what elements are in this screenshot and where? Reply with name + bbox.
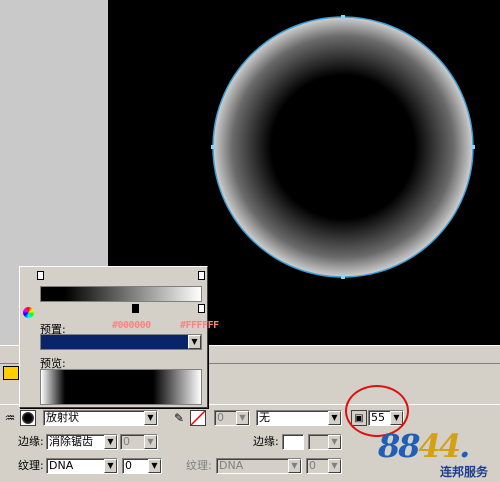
gradient-stop-white[interactable] (198, 304, 205, 313)
stroke-texture-number[interactable]: 0 ▼ (306, 458, 342, 474)
gradient-bar[interactable] (40, 286, 202, 302)
fill-edge-number-value: 0 (123, 435, 130, 448)
stroke-color-swatch[interactable] (190, 410, 206, 426)
no-color-icon (190, 410, 206, 426)
selection-handle-bottom[interactable] (341, 275, 345, 279)
stroke-edge-number[interactable]: ▼ (308, 434, 342, 450)
fill-edge-select[interactable]: 消除锯齿 ▼ (46, 434, 118, 450)
color-wheel-icon (23, 307, 34, 318)
fill-edge-label: 边缘: (18, 435, 44, 448)
stroke-type-value: 无 (259, 411, 270, 424)
properties-panel-icon[interactable] (3, 366, 19, 380)
fill-color-swatch[interactable] (20, 410, 36, 426)
fill-texture-number[interactable]: 0 ▼ (122, 458, 162, 474)
watermark-logo: 8844. (378, 427, 470, 465)
chevron-down-icon[interactable]: ▼ (236, 411, 249, 425)
preset-select[interactable]: ▼ (40, 334, 202, 350)
chevron-down-icon[interactable]: ▼ (328, 459, 341, 473)
selection-handle-right[interactable] (471, 145, 475, 149)
stroke-size-value: 0 (217, 411, 224, 424)
fill-edge-number[interactable]: 0 ▼ (120, 434, 158, 450)
radial-fill-icon (22, 412, 34, 424)
stroke-texture-select[interactable]: DNA ▼ (216, 458, 302, 474)
fill-texture-number-value: 0 (125, 459, 132, 472)
chevron-down-icon[interactable]: ▼ (288, 459, 301, 473)
chevron-down-icon[interactable]: ▼ (148, 459, 161, 473)
fill-edge-value: 消除锯齿 (49, 435, 93, 448)
paint-bucket-icon: ♒ (4, 411, 16, 425)
circle-shape[interactable] (212, 16, 474, 278)
selection-handle-top[interactable] (341, 15, 345, 19)
gradient-start-marker-top[interactable] (37, 271, 44, 280)
gradient-editor-popup: 预置: #000000 #FFFFFF ▼ 预览: (19, 266, 219, 408)
stroke-size-input[interactable]: 0 ▼ (214, 410, 250, 426)
watermark-subtitle: 连邦服务 (440, 465, 489, 479)
watermark-logo-part-c: . (459, 427, 470, 465)
fill-texture-label: 纹理: (18, 459, 44, 472)
start-color-hex: #000000 (112, 320, 151, 331)
stroke-texture-label: 纹理: (186, 459, 212, 472)
chevron-down-icon[interactable]: ▼ (328, 411, 341, 425)
watermark-logo-part-b: 44 (418, 427, 462, 465)
chevron-down-icon[interactable]: ▼ (328, 435, 341, 449)
fill-texture-select[interactable]: DNA ▼ (46, 458, 118, 474)
gradient-end-marker-top[interactable] (198, 271, 205, 280)
chevron-down-icon[interactable]: ▼ (188, 335, 201, 349)
stroke-type-select[interactable]: 无 ▼ (256, 410, 342, 426)
stroke-edge-select[interactable] (282, 434, 304, 450)
chevron-down-icon[interactable]: ▼ (144, 411, 157, 425)
fill-type-value: 放射状 (46, 411, 79, 424)
chevron-down-icon[interactable]: ▼ (104, 435, 117, 449)
fill-type-select[interactable]: 放射状 ▼ (43, 410, 158, 426)
stroke-edge-label: 边缘: (253, 435, 279, 448)
stroke-texture-number-value: 0 (309, 459, 316, 472)
gradient-stop-black[interactable] (132, 304, 139, 313)
pencil-icon: ✎ (173, 411, 185, 425)
chevron-down-icon[interactable]: ▼ (104, 459, 117, 473)
watermark-logo-part-a: 88 (378, 427, 421, 465)
selection-handle-left[interactable] (211, 145, 215, 149)
end-color-hex: #FFFFFF (180, 320, 219, 331)
chevron-down-icon[interactable]: ▼ (144, 435, 157, 449)
stroke-texture-value: DNA (219, 459, 244, 472)
gradient-preview (40, 369, 202, 405)
fill-texture-value: DNA (49, 459, 74, 472)
